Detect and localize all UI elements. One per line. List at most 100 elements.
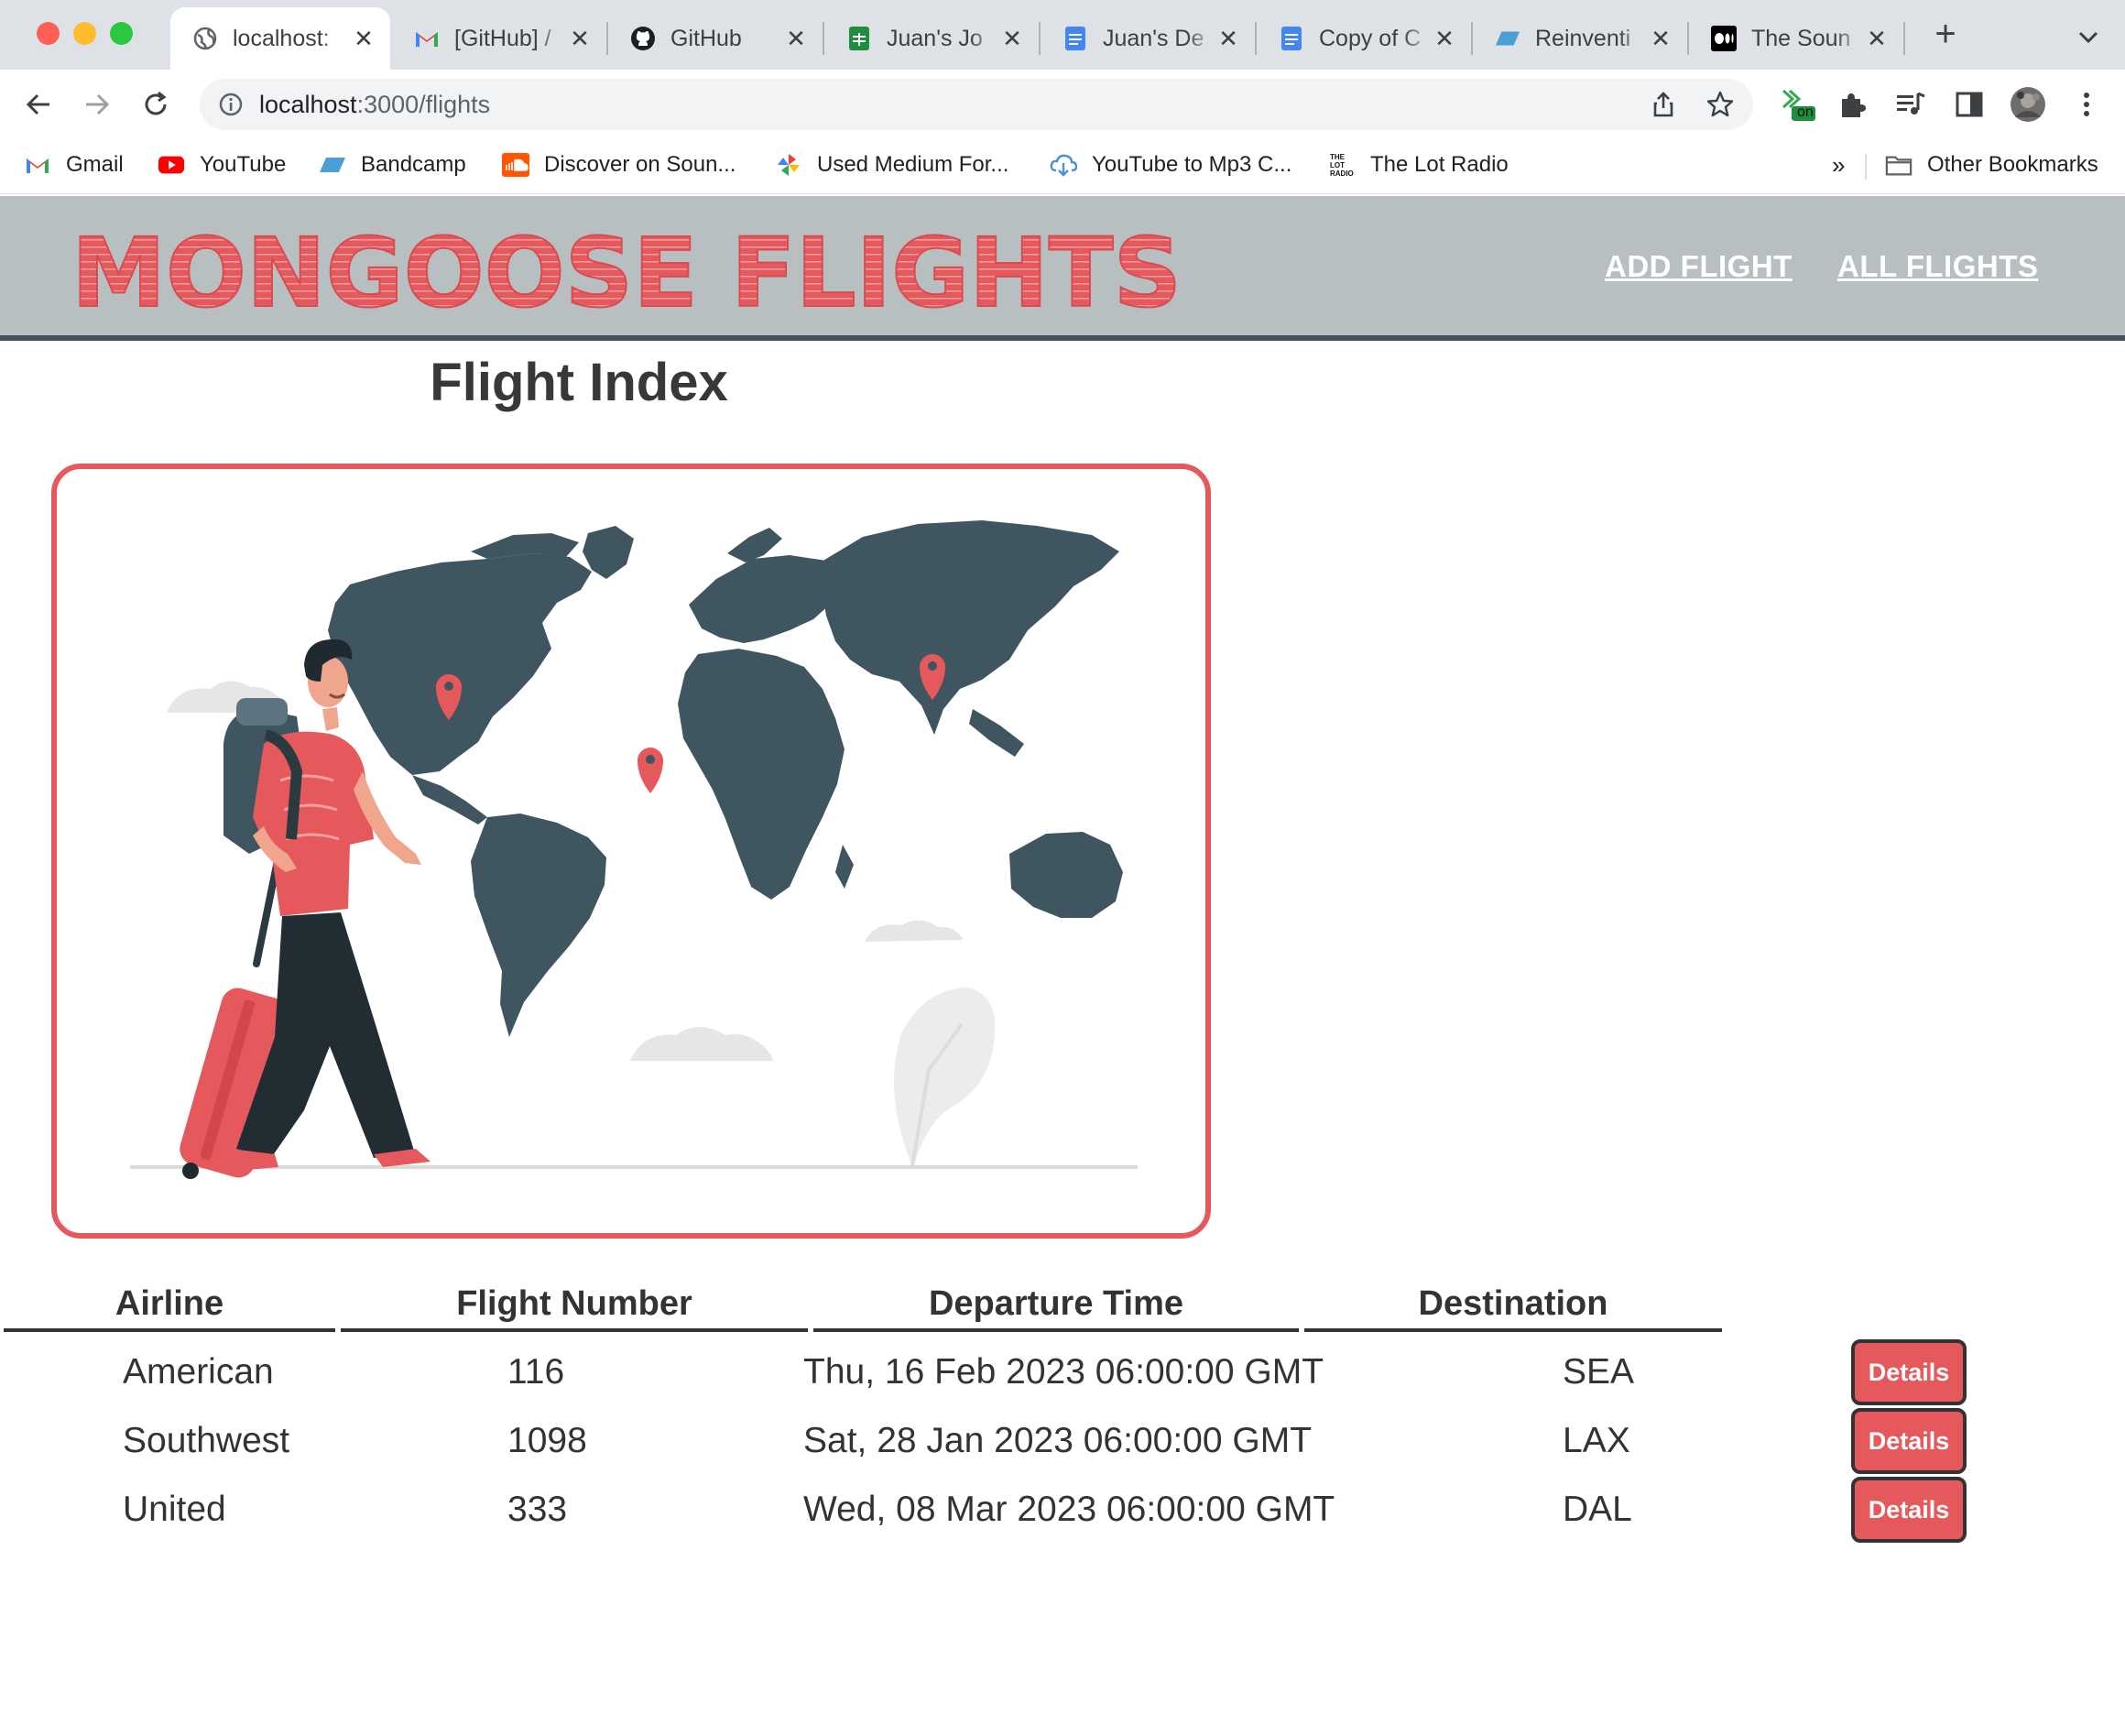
extensions-puzzle-icon[interactable] [1834, 86, 1870, 123]
bookmark-label: Used Medium For... [817, 152, 1009, 177]
bookmark-gmail[interactable]: Gmail [24, 148, 124, 181]
medium-icon [1711, 26, 1737, 51]
bookmark-the-lot-radio[interactable]: THE LOT RADIO The Lot Radio [1328, 148, 1509, 181]
back-button[interactable] [18, 84, 59, 125]
cell-flight-number: 1098 [507, 1421, 587, 1460]
tab-title: [GitHub] / [454, 25, 551, 51]
bookmark-used-medium[interactable]: Used Medium For... [775, 148, 1008, 181]
svg-text:RADIO: RADIO [1330, 169, 1354, 178]
bookmark-star-icon[interactable] [1705, 90, 1735, 119]
docs-icon [1279, 26, 1304, 51]
close-icon[interactable]: ✕ [1431, 25, 1458, 52]
tab-title: GitHub [670, 25, 742, 51]
minimize-window-button[interactable] [73, 22, 96, 45]
logo-text: MONGOOSE FLIGHTS [71, 217, 1182, 317]
github-icon [630, 26, 656, 51]
bookmark-soundcloud[interactable]: Discover on Soun... [502, 148, 736, 181]
sheets-icon [846, 26, 872, 51]
close-icon[interactable]: ✕ [998, 25, 1026, 52]
tab-separator [1903, 22, 1905, 55]
tab-copy-of[interactable]: Copy of C ✕ [1257, 7, 1471, 70]
bookmark-youtube-to-mp3[interactable]: YouTube to Mp3 C... [1050, 148, 1291, 181]
bookmark-bandcamp[interactable]: Bandcamp [319, 148, 466, 181]
reload-button[interactable] [136, 84, 176, 125]
tab-the-sound[interactable]: The Soun ✕ [1689, 7, 1903, 70]
site-logo[interactable]: MONGOOSE FLIGHTS [71, 214, 1207, 330]
bookmarks-overflow-button[interactable]: » [1832, 148, 1845, 181]
parallelogram-icon [1495, 26, 1520, 51]
address-bar[interactable]: localhost:3000/flights [200, 79, 1753, 130]
other-bookmarks-label: Other Bookmarks [1927, 152, 2098, 177]
zoom-window-button[interactable] [110, 22, 133, 45]
close-icon[interactable]: ✕ [566, 25, 594, 52]
details-button[interactable]: Details [1851, 1477, 1967, 1543]
tab-juans-de[interactable]: Juan's De ✕ [1041, 7, 1255, 70]
page-title: Flight Index [430, 353, 728, 412]
profile-avatar[interactable] [2010, 86, 2046, 123]
soundcloud-icon [502, 153, 529, 177]
url-path: :3000/flights [356, 91, 491, 118]
forward-button[interactable] [77, 84, 117, 125]
tab-title: localhost: [233, 25, 330, 51]
bandcamp-icon [319, 153, 346, 177]
folder-icon [1885, 153, 1912, 177]
bookmark-label: YouTube [200, 152, 287, 177]
cell-flight-number: 333 [507, 1490, 568, 1529]
share-icon[interactable] [1649, 90, 1678, 119]
close-window-button[interactable] [37, 22, 60, 45]
bookmark-label: YouTube to Mp3 C... [1092, 152, 1292, 177]
tab-search-chevron-icon[interactable] [2072, 20, 2105, 53]
media-playlist-icon[interactable] [1892, 86, 1929, 123]
cell-airline: United [123, 1490, 226, 1529]
bookmark-label: The Lot Radio [1370, 152, 1509, 177]
close-icon[interactable]: ✕ [1647, 25, 1674, 52]
tab-title: Reinventi [1535, 25, 1631, 51]
tab-github[interactable]: GitHub ✕ [608, 7, 823, 70]
gmail-icon [414, 26, 440, 51]
arrow-left-icon [26, 93, 49, 115]
bookmark-label: Discover on Soun... [544, 152, 736, 177]
reload-icon [145, 91, 167, 115]
close-icon[interactable]: ✕ [782, 25, 810, 52]
close-icon[interactable]: ✕ [350, 25, 377, 52]
world-map-traveler-illustration [130, 520, 1138, 1179]
tab-title: Juan's De [1103, 25, 1204, 51]
kebab-menu-icon[interactable] [2068, 86, 2105, 123]
details-button[interactable]: Details [1851, 1408, 1967, 1474]
nav-add-flight[interactable]: ADD FLIGHT [1605, 249, 1793, 284]
cell-departure-time: Sat, 28 Jan 2023 06:00:00 GMT [803, 1421, 1313, 1460]
details-button[interactable]: Details [1851, 1339, 1967, 1405]
tab-title: Juan's Jo [887, 25, 983, 51]
tab-localhost[interactable]: localhost: ✕ [170, 7, 390, 70]
nav-all-flights[interactable]: ALL FLIGHTS [1837, 249, 2038, 284]
hero-illustration [51, 464, 1211, 1239]
tab-title: Copy of C [1319, 25, 1422, 51]
site-info-icon[interactable] [218, 92, 244, 117]
close-icon[interactable]: ✕ [1215, 25, 1242, 52]
bookmarks-divider [1865, 154, 1867, 180]
bookmark-label: Bandcamp [361, 152, 466, 177]
side-panel-icon[interactable] [1951, 86, 1988, 123]
other-bookmarks[interactable]: Other Bookmarks [1885, 148, 2098, 181]
extension-on-icon[interactable]: on [1781, 86, 1817, 123]
svg-text:LOT: LOT [1330, 161, 1345, 169]
column-header-flight-number: Flight Number [341, 1284, 808, 1332]
bookmarks-bar: Gmail YouTube Bandcamp Discover on Soun.… [0, 139, 2125, 194]
bookmark-youtube[interactable]: YouTube [158, 148, 286, 181]
svg-text:THE: THE [1330, 153, 1346, 161]
site-header: MONGOOSE FLIGHTS ADD FLIGHT ALL FLIGHTS [0, 196, 2125, 341]
cell-departure-time: Wed, 08 Mar 2023 06:00:00 GMT [803, 1490, 1335, 1529]
close-icon[interactable]: ✕ [1863, 25, 1891, 52]
tab-github-mail[interactable]: [GitHub] / ✕ [392, 7, 606, 70]
tab-reinventing[interactable]: Reinventi ✕ [1473, 7, 1687, 70]
globe-icon [192, 26, 218, 51]
gmail-icon [24, 153, 51, 177]
lot-radio-icon: THE LOT RADIO [1328, 153, 1356, 178]
cell-departure-time: Thu, 16 Feb 2023 06:00:00 GMT [803, 1352, 1324, 1392]
url-host: localhost [259, 91, 357, 118]
tab-juans-jo[interactable]: Juan's Jo ✕ [824, 7, 1039, 70]
pinwheel-icon [775, 153, 802, 177]
new-tab-button[interactable]: + [1929, 16, 1962, 52]
url-text: localhost:3000/flights [259, 91, 490, 119]
cell-destination: LAX [1563, 1421, 1630, 1460]
